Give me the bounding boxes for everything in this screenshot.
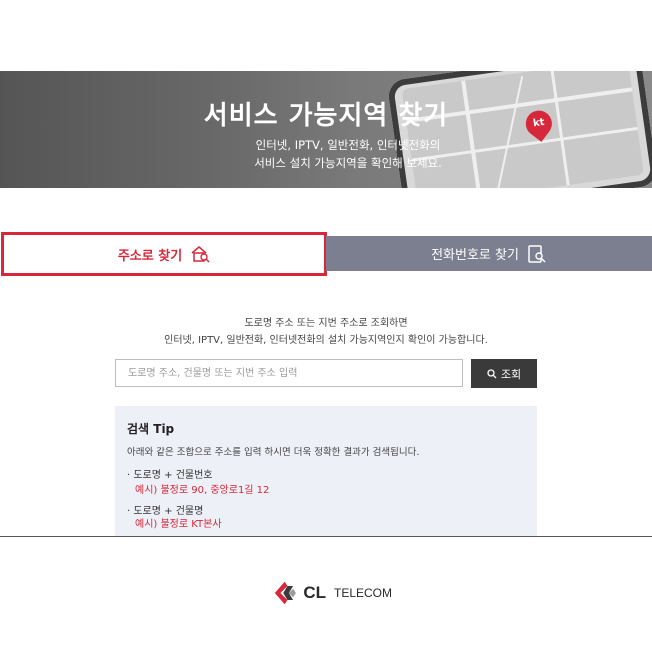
address-search-input[interactable] bbox=[115, 359, 463, 387]
page-title: 서비스 가능지역 찾기 bbox=[203, 101, 449, 131]
brand-name-sub: TELECOM bbox=[333, 586, 392, 600]
tab-address-search[interactable]: 주소로 찾기 bbox=[1, 232, 327, 276]
search-tip-box: 검색 Tip 아래와 같은 조합으로 주소를 입력 하시면 더욱 정확한 결과가… bbox=[115, 406, 537, 536]
phone-search-icon bbox=[528, 244, 546, 263]
tip-item-example: 예시) 불정로 90, 중앙로1길 12 bbox=[135, 485, 270, 496]
cl-telecom-logo-mark bbox=[274, 581, 296, 605]
brand-name-main: CL bbox=[303, 583, 326, 602]
guide-line1: 도로명 주소 또는 지번 주소로 조회하면 bbox=[244, 318, 408, 329]
tip-description: 아래와 같은 조합으로 주소를 입력 하시면 더욱 정확한 결과가 검색됩니다. bbox=[127, 447, 420, 458]
tip-title: 검색 Tip bbox=[127, 422, 175, 436]
search-button-label: 조회 bbox=[500, 367, 522, 381]
divider bbox=[0, 536, 652, 537]
hero-banner: kt 서비스 가능지역 찾기 인터넷, IPTV, 일반전화, 인터넷전화의 서… bbox=[0, 71, 652, 188]
tab-phone-label: 전화번호로 찾기 bbox=[431, 248, 519, 263]
house-search-icon bbox=[191, 246, 210, 263]
hero-subtitle-line1: 인터넷, IPTV, 일반전화, 인터넷전화의 bbox=[255, 138, 441, 152]
tip-item-example: 예시) 불정로 KT본사 bbox=[135, 519, 222, 530]
search-button[interactable]: 조회 bbox=[471, 359, 537, 388]
cl-telecom-logo: CL TELECOM bbox=[272, 575, 392, 611]
tip-item-label: · 도로명 + 건물번호 bbox=[127, 470, 213, 481]
tab-address-label: 주소로 찾기 bbox=[117, 248, 183, 264]
hero-subtitle-line2: 서비스 설치 가능지역을 확인해 보세요. bbox=[254, 156, 442, 170]
guide-line2: 인터넷, IPTV, 일반전화, 인터넷전화의 설치 가능지역인지 확인이 가능… bbox=[164, 335, 488, 346]
tab-phone-search[interactable]: 전화번호로 찾기 bbox=[326, 236, 652, 271]
search-icon bbox=[487, 368, 497, 378]
